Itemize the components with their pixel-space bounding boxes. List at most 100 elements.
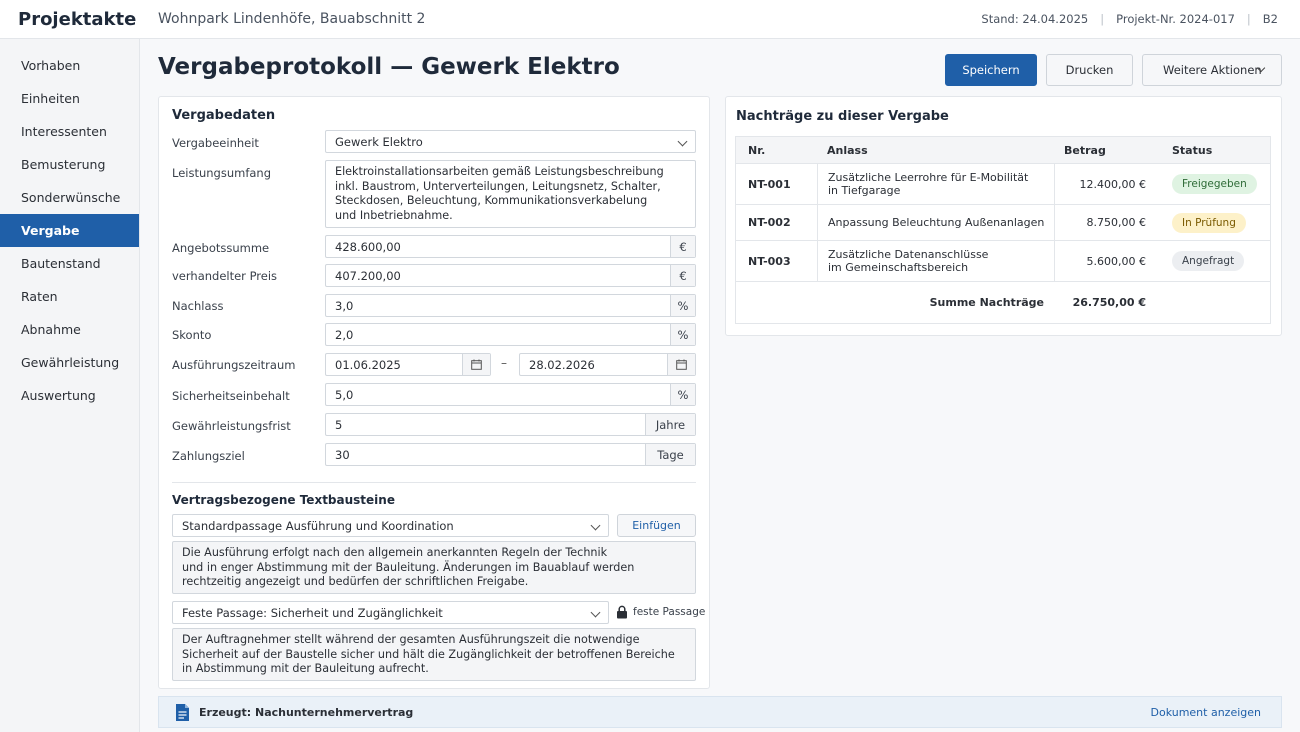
sidebar-item-bemusterung[interactable]: Bemusterung [0, 148, 139, 181]
textbausteine-title: Vertragsbezogene Textbausteine [172, 493, 395, 507]
nachtrag-betrag: 12.400,00 € [1054, 164, 1158, 204]
header-betrag: Betrag [1064, 143, 1106, 157]
header-nr: Nr. [748, 143, 766, 157]
table-row[interactable]: NT-003 Zusätzliche Datenanschlüsse im Ge… [736, 241, 1270, 282]
sidebar-item-vergabe[interactable]: Vergabe [0, 214, 139, 247]
show-document-link[interactable]: Dokument anzeigen [1151, 706, 1262, 719]
more-actions-label: Weitere Aktionen [1163, 63, 1262, 77]
sidebar-item-gewaehrleistung[interactable]: Gewährleistung [0, 346, 139, 379]
sicherheitseinbehalt-label: Sicherheitseinbehalt [172, 389, 290, 403]
chevron-down-icon [677, 136, 688, 147]
sidebar-item-bautenstand[interactable]: Bautenstand [0, 247, 139, 280]
days-unit: Tage [645, 444, 695, 465]
sum-value: 26.750,00 € [1072, 296, 1146, 309]
zahlungsziel-value: 30 [335, 447, 350, 462]
anlass-line: in Tiefgarage [828, 184, 901, 197]
verhandelter-preis-label: verhandelter Preis [172, 269, 278, 283]
sidebar: Vorhaben Einheiten Interessenten Bemuste… [0, 39, 140, 732]
date-range-dash: – [501, 356, 507, 370]
text-line: Die Ausführung erfolgt nach den allgemei… [182, 546, 608, 559]
end-date-value: 28.02.2026 [529, 357, 595, 372]
nachtraege-table: Nr. Anlass Betrag Status NT-001 Zusätzli… [735, 136, 1271, 324]
leistungsumfang-textarea[interactable]: Elektroinstallationsarbeiten gemäß Leist… [325, 160, 696, 228]
text-line: Sicherheit auf der Baustelle sicher und … [182, 647, 675, 661]
calendar-icon[interactable] [462, 354, 490, 375]
section-divider [172, 482, 696, 483]
currency-unit: € [670, 265, 695, 286]
end-date-input[interactable]: 28.02.2026 [519, 353, 696, 376]
table-row[interactable]: NT-001 Zusätzliche Leerrohre für E-Mobil… [736, 164, 1270, 205]
text-line: und in enger Abstimmung mit der Bauleitu… [182, 560, 635, 574]
sidebar-item-raten[interactable]: Raten [0, 280, 139, 313]
generated-document-bar: Erzeugt: Nachunternehmervertrag Dokument… [158, 696, 1282, 728]
app-brand[interactable]: Projektakte [0, 9, 140, 30]
textbaustein-text-2: Der Auftragnehmer stellt während der ges… [172, 628, 696, 681]
sidebar-item-auswertung[interactable]: Auswertung [0, 379, 139, 412]
verhandelter-preis-input[interactable]: 407.200,00 € [325, 264, 696, 287]
percent-unit: % [670, 295, 695, 316]
more-actions-button[interactable]: Weitere Aktionen [1142, 54, 1282, 86]
nachtraege-title: Nachträge zu dieser Vergabe [736, 109, 949, 124]
table-header: Nr. Anlass Betrag Status [736, 137, 1270, 164]
textbaustein-text-1[interactable]: Die Ausführung erfolgt nach den allgemei… [172, 541, 696, 594]
gewaehrleistungsfrist-input[interactable]: 5 Jahre [325, 413, 696, 436]
text-line: und Inbetriebnahme. [335, 208, 453, 222]
sidebar-item-sonderwuensche[interactable]: Sonderwünsche [0, 181, 139, 214]
anlass-line: Anpassung Beleuchtung Außenanlagen [828, 216, 1045, 229]
nachtrag-nr: NT-003 [748, 254, 791, 268]
project-meta: Stand: 24.04.2025 | Projekt-Nr. 2024-017… [981, 12, 1300, 26]
header-anlass: Anlass [827, 143, 868, 157]
lock-icon [617, 605, 627, 619]
nachtrag-anlass: Zusätzliche Datenanschlüsse im Gemeinsch… [817, 241, 1054, 281]
sidebar-item-abnahme[interactable]: Abnahme [0, 313, 139, 346]
meta-divider: | [1246, 12, 1251, 26]
start-date-input[interactable]: 01.06.2025 [325, 353, 491, 376]
vergabeeinheit-label: Vergabeeinheit [172, 136, 259, 150]
skonto-input[interactable]: 2,0 % [325, 323, 696, 346]
gewaehrleistungsfrist-label: Gewährleistungsfrist [172, 419, 291, 433]
leistungsumfang-label: Leistungsumfang [172, 166, 272, 180]
status-badge: Angefragt [1172, 251, 1245, 271]
table-sum-row: Summe Nachträge 26.750,00 € [736, 282, 1270, 323]
table-row[interactable]: NT-002 Anpassung Beleuchtung Außenanlage… [736, 205, 1270, 241]
section-code: B2 [1262, 12, 1278, 26]
nachtrag-nr: NT-001 [748, 177, 791, 191]
calendar-icon[interactable] [667, 354, 695, 375]
sidebar-item-einheiten[interactable]: Einheiten [0, 82, 139, 115]
chevron-down-icon [590, 520, 601, 531]
nachtrag-anlass: Anpassung Beleuchtung Außenanlagen [817, 205, 1054, 240]
nachlass-input[interactable]: 3,0 % [325, 294, 696, 317]
start-date-value: 01.06.2025 [335, 357, 401, 372]
nachlass-value: 3,0 [335, 298, 354, 313]
skonto-label: Skonto [172, 328, 212, 342]
fixed-passage-select-value: Feste Passage: Sicherheit und Zugänglich… [182, 605, 443, 620]
verhandelter-preis-value: 407.200,00 [335, 268, 401, 283]
page-title: Vergabeprotokoll — Gewerk Elektro [158, 54, 620, 80]
nachtrag-anlass: Zusätzliche Leerrohre für E-Mobilität in… [817, 164, 1054, 204]
fixed-passage-select[interactable]: Feste Passage: Sicherheit und Zugänglich… [172, 601, 609, 624]
anlass-line: Zusätzliche Leerrohre für E-Mobilität [828, 171, 1029, 184]
fixed-passage-label: feste Passage [633, 606, 706, 618]
sidebar-item-interessenten[interactable]: Interessenten [0, 115, 139, 148]
vergabeeinheit-select[interactable]: Gewerk Elektro [325, 130, 696, 153]
text-line: Steckdosen, Beleuchtung, Kommunikationsv… [335, 194, 648, 207]
generated-document-label: Erzeugt: Nachunternehmervertrag [199, 705, 414, 719]
nachlass-label: Nachlass [172, 299, 224, 313]
angebotssumme-input[interactable]: 428.600,00 € [325, 235, 696, 258]
project-title: Wohnpark Lindenhöfe, Bauabschnitt 2 [158, 11, 426, 27]
project-number: Projekt-Nr. 2024-017 [1116, 12, 1235, 26]
angebotssumme-value: 428.600,00 [335, 239, 401, 254]
insert-button[interactable]: Einfügen [617, 514, 696, 537]
text-line: inkl. Baustrom, Unterverteilungen, Leitu… [335, 179, 661, 193]
angebotssumme-label: Angebotssumme [172, 241, 270, 255]
chevron-down-icon [590, 607, 601, 618]
ausfuehrungszeitraum-label: Ausführungszeitraum [172, 358, 296, 372]
sidebar-item-vorhaben[interactable]: Vorhaben [0, 49, 139, 82]
sicherheitseinbehalt-input[interactable]: 5,0 % [325, 383, 696, 406]
zahlungsziel-input[interactable]: 30 Tage [325, 443, 696, 466]
print-button[interactable]: Drucken [1046, 54, 1133, 86]
save-button[interactable]: Speichern [945, 54, 1037, 86]
text-line: rechtzeitig angezeigt und bedürfen der s… [182, 575, 529, 588]
textbaustein-select[interactable]: Standardpassage Ausführung und Koordinat… [172, 514, 609, 537]
status-badge: Freigegeben [1172, 174, 1257, 194]
